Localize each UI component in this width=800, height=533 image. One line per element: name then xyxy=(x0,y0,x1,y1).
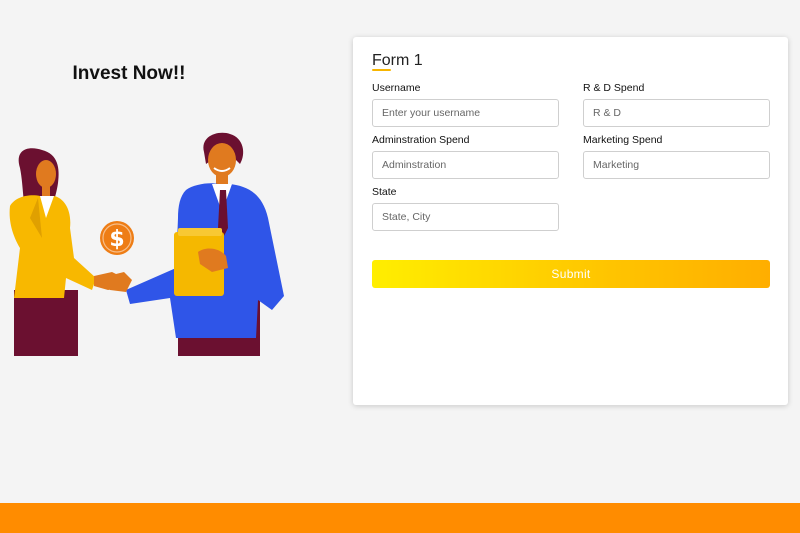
rd-spend-field: R & D Spend xyxy=(583,82,770,127)
hero-title: Invest Now!! xyxy=(72,63,186,84)
state-label: State xyxy=(372,186,397,198)
marketing-spend-input[interactable] xyxy=(583,151,770,179)
dollar-coin-icon: $ xyxy=(100,221,134,255)
state-field: State xyxy=(372,186,559,231)
rd-spend-input[interactable] xyxy=(583,99,770,127)
username-input[interactable] xyxy=(372,99,559,127)
form-title: Form 1 xyxy=(372,52,423,69)
handshake-illustration: $ xyxy=(9,132,284,356)
rd-spend-label: R & D Spend xyxy=(583,82,645,94)
hero-panel: Invest Now!! $ xyxy=(0,0,350,500)
footer-bar xyxy=(0,503,800,533)
state-input[interactable] xyxy=(372,203,559,231)
woman-figure xyxy=(9,148,124,356)
svg-text:$: $ xyxy=(109,227,124,252)
administration-spend-label: Adminstration Spend xyxy=(372,134,470,146)
form-card: Form 1 Username R & D Spend Adminstratio… xyxy=(353,37,788,405)
form-title-underline xyxy=(372,69,391,71)
administration-spend-field: Adminstration Spend xyxy=(372,134,559,179)
man-figure xyxy=(108,132,284,356)
username-label: Username xyxy=(372,82,421,94)
marketing-spend-label: Marketing Spend xyxy=(583,134,663,146)
marketing-spend-field: Marketing Spend xyxy=(583,134,770,179)
administration-spend-input[interactable] xyxy=(372,151,559,179)
username-field: Username xyxy=(372,82,559,127)
submit-button[interactable]: Submit xyxy=(372,260,770,288)
